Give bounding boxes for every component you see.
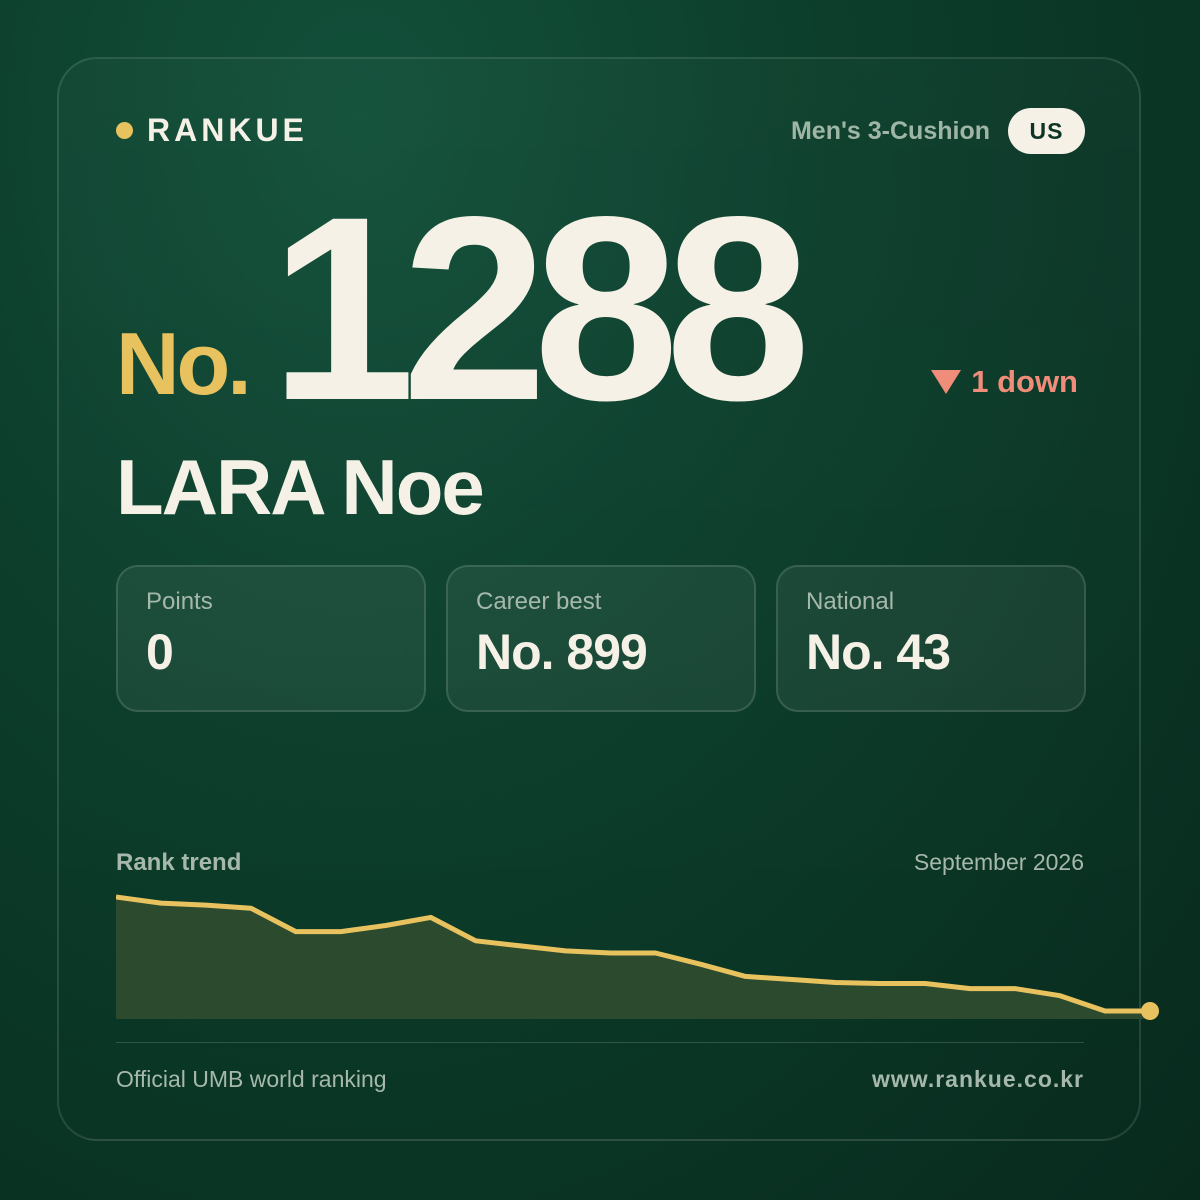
trend-date: September 2026: [913, 849, 1084, 875]
stat-value: No. 899: [476, 624, 648, 681]
trend-end-marker: [1141, 1002, 1159, 1020]
stat-card-career-best: Career best No. 899: [446, 565, 756, 712]
trend-title: Rank trend: [116, 849, 242, 876]
rank-number: 1288: [270, 162, 811, 455]
rank-change: 1 down: [931, 364, 1078, 400]
brand-dot-icon: [116, 122, 133, 139]
brand-name: RANKUE: [147, 112, 308, 148]
stat-label: Career best: [476, 588, 602, 615]
stat-value: No. 43: [806, 624, 951, 681]
rank-prefix: No.: [116, 314, 252, 413]
footer-divider: [116, 1042, 1084, 1043]
stat-card-national: National No. 43: [776, 565, 1086, 712]
brand: RANKUE: [116, 112, 308, 149]
footer-source: Official UMB world ranking: [116, 1066, 387, 1092]
footer-url: www.rankue.co.kr: [872, 1066, 1084, 1092]
rank-trend-chart: [116, 894, 1159, 1020]
trend-area: [116, 897, 1150, 1019]
stat-label: National: [806, 588, 895, 615]
triangle-down-icon: [931, 370, 962, 394]
player-name: LARA Noe: [116, 443, 485, 531]
stat-card-points: Points 0: [116, 565, 426, 712]
stat-value: 0: [146, 624, 174, 681]
stat-label: Points: [146, 588, 213, 615]
category-label: Men's 3-Cushion: [790, 117, 990, 145]
country-badge: US: [1008, 108, 1085, 154]
rank-change-label: 1 down: [971, 364, 1078, 399]
